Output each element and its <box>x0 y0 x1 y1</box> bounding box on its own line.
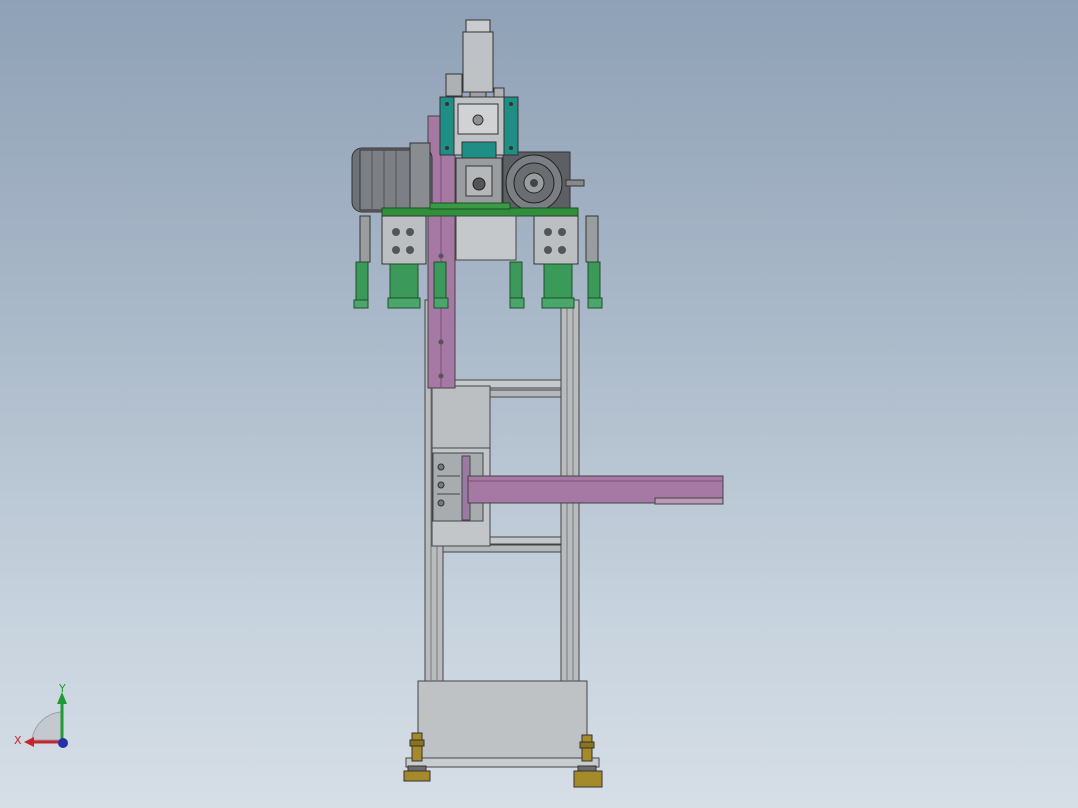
drive-motor <box>351 142 433 213</box>
orientation-triad: Y X <box>14 684 68 748</box>
base-plate <box>405 757 600 768</box>
x-axis-label: X <box>14 734 22 747</box>
y-axis-label: Y <box>58 684 66 695</box>
horizontal-arm <box>467 475 724 505</box>
gripper-right <box>509 215 603 309</box>
base-cabinet <box>417 680 588 760</box>
machine-assembly-model[interactable] <box>0 0 1078 808</box>
center-block <box>455 157 503 205</box>
base-frame <box>403 680 603 788</box>
triad-plane-arc <box>31 711 63 741</box>
slide-carriage <box>431 385 491 547</box>
rotary-actuator <box>502 151 585 212</box>
cad-viewport[interactable]: Y X <box>0 0 1078 808</box>
lift-cylinder <box>445 19 505 103</box>
teal-bracket <box>439 96 519 159</box>
z-axis-dot <box>58 738 68 748</box>
x-axis-arrow <box>24 737 34 747</box>
